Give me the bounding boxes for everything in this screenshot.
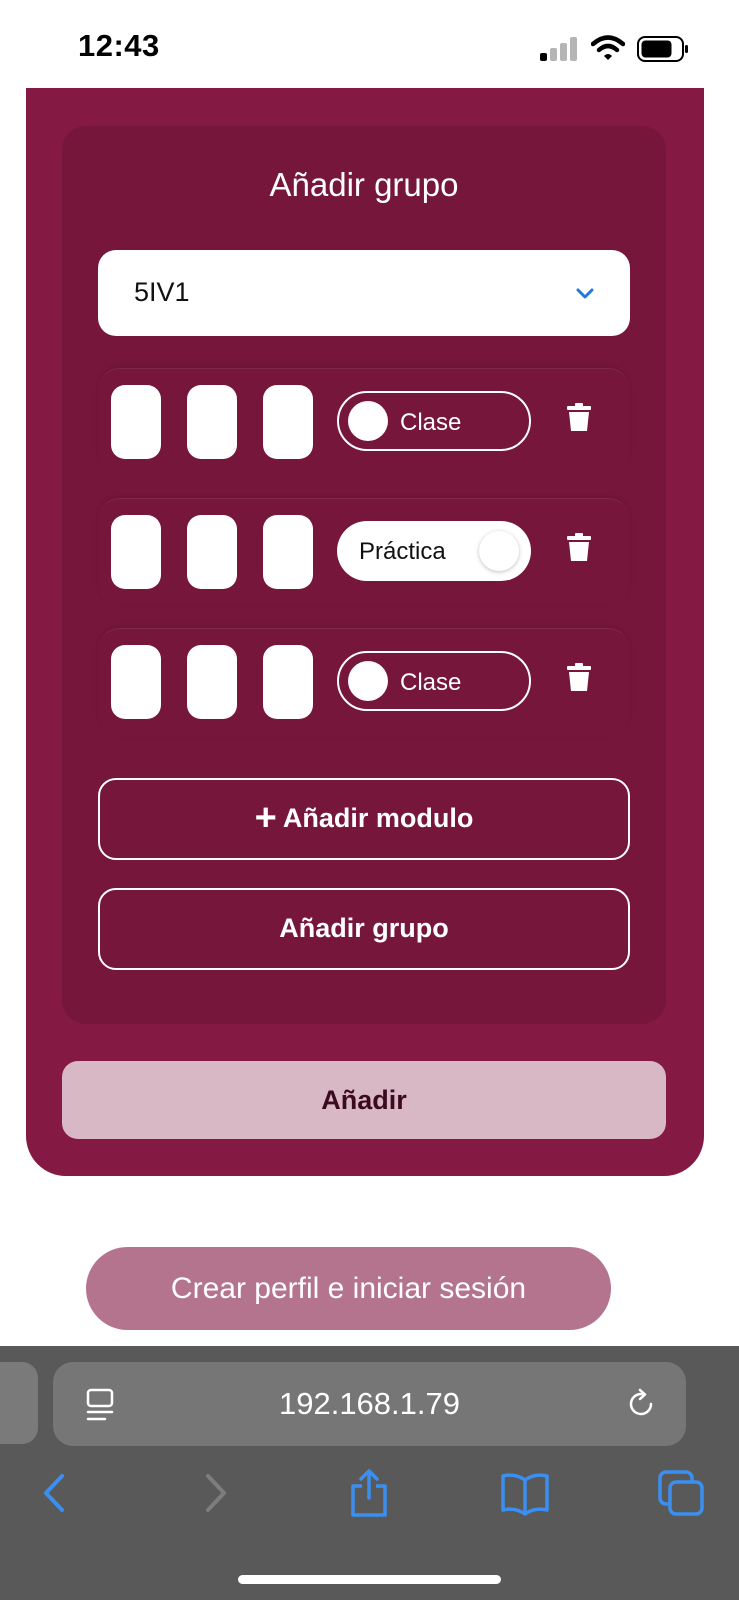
trash-icon[interactable] bbox=[566, 662, 592, 692]
battery-icon bbox=[637, 36, 688, 62]
browser-toolbar: 192.168.1.79 bbox=[0, 1346, 739, 1600]
module-slot-2[interactable] bbox=[187, 515, 237, 589]
module-type-label: Clase bbox=[400, 669, 462, 696]
module-slot-1[interactable] bbox=[111, 515, 161, 589]
module-row: Clase bbox=[98, 368, 630, 476]
group-select-value: 5IV1 bbox=[134, 277, 190, 307]
module-type-label: Clase bbox=[400, 409, 462, 436]
group-select[interactable]: 5IV1 bbox=[98, 250, 630, 336]
module-slot-3[interactable] bbox=[263, 515, 313, 589]
share-icon[interactable] bbox=[344, 1468, 394, 1518]
toggle-knob bbox=[479, 531, 519, 571]
back-icon[interactable] bbox=[30, 1468, 80, 1518]
toggle-knob bbox=[348, 661, 388, 701]
module-type-toggle[interactable]: Clase bbox=[337, 651, 531, 711]
address-bar[interactable]: 192.168.1.79 bbox=[53, 1362, 686, 1446]
home-indicator bbox=[238, 1575, 501, 1584]
module-slot-1[interactable] bbox=[111, 385, 161, 459]
add-module-label: Añadir modulo bbox=[282, 803, 474, 833]
reload-icon[interactable] bbox=[626, 1388, 658, 1420]
status-bar: 12:43 bbox=[0, 0, 739, 90]
group-section-title: Añadir grupo bbox=[269, 166, 459, 203]
module-type-label: Práctica bbox=[359, 538, 446, 565]
forward-icon[interactable] bbox=[190, 1468, 240, 1518]
create-profile-button[interactable]: Crear perfil e iniciar sesión bbox=[86, 1247, 611, 1330]
add-group-button[interactable]: Añadir grupo bbox=[98, 888, 630, 970]
toggle-knob bbox=[348, 401, 388, 441]
submit-button[interactable]: Añadir bbox=[62, 1061, 666, 1139]
add-module-button[interactable]: + Añadir modulo bbox=[98, 778, 630, 860]
trash-icon[interactable] bbox=[566, 402, 592, 432]
module-row: Práctica bbox=[98, 498, 630, 606]
module-row: Clase bbox=[98, 628, 630, 736]
add-subject-card: Añadir grupo 5IV1 Clase Práctica Clase +… bbox=[26, 88, 704, 1176]
module-slot-2[interactable] bbox=[187, 645, 237, 719]
wifi-icon bbox=[591, 35, 625, 60]
status-time: 12:43 bbox=[78, 28, 160, 63]
plus-icon: + bbox=[254, 797, 277, 839]
module-slot-1[interactable] bbox=[111, 645, 161, 719]
cellular-signal-icon bbox=[540, 36, 578, 61]
group-section: Añadir grupo 5IV1 Clase Práctica Clase +… bbox=[62, 126, 666, 1024]
module-type-toggle[interactable]: Clase bbox=[337, 391, 531, 451]
bookmarks-icon[interactable] bbox=[500, 1468, 550, 1518]
module-slot-3[interactable] bbox=[263, 645, 313, 719]
tabs-icon[interactable] bbox=[656, 1468, 706, 1518]
add-group-label: Añadir grupo bbox=[279, 913, 449, 943]
module-slot-2[interactable] bbox=[187, 385, 237, 459]
module-type-toggle[interactable]: Práctica bbox=[337, 521, 531, 581]
previous-tab[interactable] bbox=[0, 1362, 38, 1444]
module-slot-3[interactable] bbox=[263, 385, 313, 459]
trash-icon[interactable] bbox=[566, 532, 592, 562]
chevron-down-icon bbox=[576, 288, 594, 299]
url-text: 192.168.1.79 bbox=[278, 1386, 460, 1421]
